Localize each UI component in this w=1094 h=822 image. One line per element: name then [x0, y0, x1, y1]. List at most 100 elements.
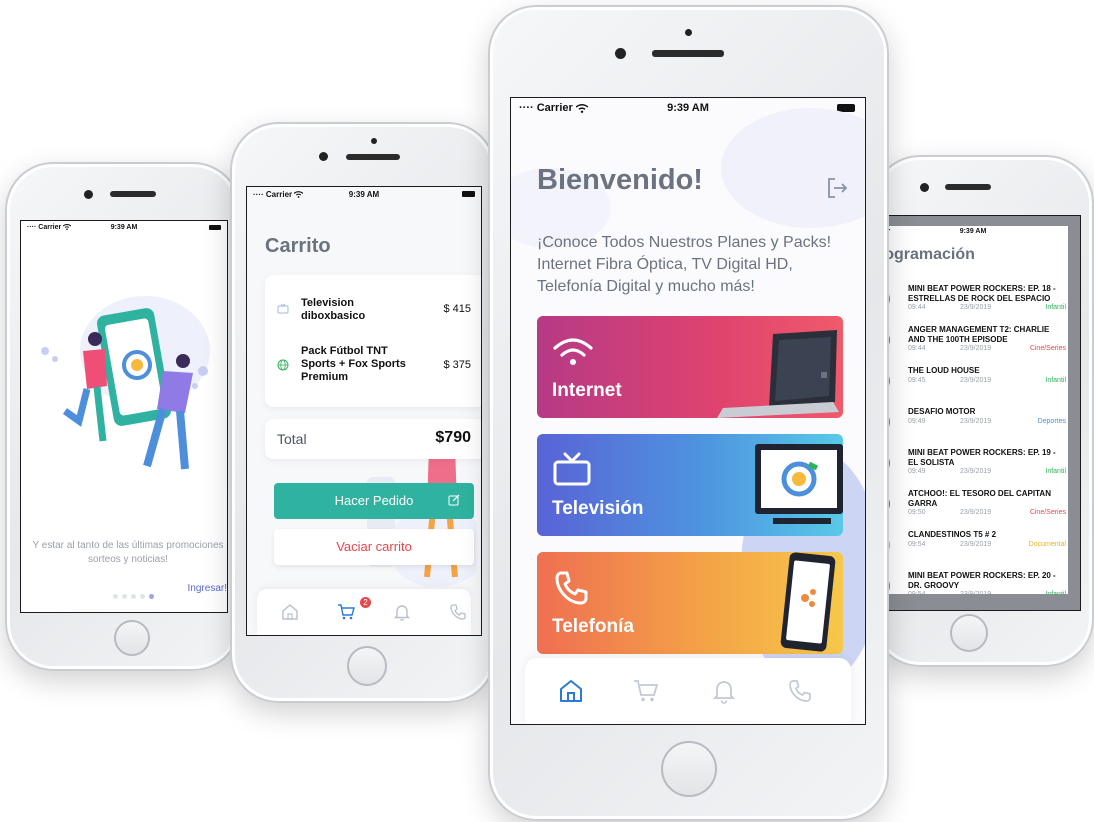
- page-dot[interactable]: [122, 594, 127, 599]
- cart-items-card: Television diboxbasico $ 415 Pack Fútbol…: [265, 275, 481, 407]
- telephony-card[interactable]: Telefonía: [537, 552, 843, 654]
- program-title: MINI BEAT POWER ROCKERS: EP. 19 - EL SOL…: [908, 448, 1056, 467]
- cart-icon[interactable]: [633, 678, 659, 704]
- cart-item-price: $ 375: [443, 359, 471, 371]
- page-dot[interactable]: [140, 594, 145, 599]
- bell-icon[interactable]: [711, 678, 737, 704]
- welcome-title: Bienvenido!: [537, 164, 703, 196]
- tv-illustration: [755, 444, 843, 524]
- home-button[interactable]: [661, 741, 717, 797]
- program-time: 09:50: [908, 509, 926, 516]
- program-date: 23/9/2019: [960, 418, 992, 425]
- empty-cart-label: Vaciar carrito: [336, 539, 412, 554]
- status-bar: 9:39 AM: [878, 226, 1068, 236]
- wifi-status-icon: [63, 224, 72, 231]
- earpiece-speaker: [346, 154, 400, 160]
- home-icon[interactable]: [558, 678, 584, 704]
- program-category: Infantil: [1045, 591, 1066, 594]
- cart-icon[interactable]: [337, 603, 355, 621]
- cart-badge: 2: [360, 597, 371, 608]
- front-camera: [84, 190, 93, 199]
- place-order-button[interactable]: Hacer Pedido: [274, 483, 474, 519]
- program-category: Infantil: [1045, 304, 1066, 311]
- telephony-card-label: Telefonía: [552, 616, 634, 637]
- program-date: 23/9/2019: [960, 345, 992, 352]
- page-dot[interactable]: [131, 594, 136, 599]
- program-time: 09:45: [908, 377, 926, 384]
- internet-card[interactable]: Internet: [537, 316, 843, 418]
- program-time: 09:44: [908, 304, 926, 311]
- status-bar: ···· Carrier 9:39 AM: [247, 187, 481, 199]
- schedule-item[interactable]: 34ANGER MANAGEMENT T2: CHARLIE AND THE 1…: [878, 325, 1068, 366]
- phone-cart: ···· Carrier 9:39 AM Carrito Television …: [230, 122, 496, 703]
- program-time: 09:49: [908, 468, 926, 475]
- schedule-title: rogramación: [878, 246, 975, 263]
- place-order-label: Hacer Pedido: [334, 493, 414, 508]
- home-button[interactable]: [347, 646, 387, 686]
- television-card-label: Televisión: [552, 498, 644, 519]
- tv-icon: [277, 303, 289, 314]
- proximity-sensor: [685, 29, 692, 36]
- proximity-sensor: [371, 138, 377, 144]
- total-label: Total: [277, 431, 307, 447]
- status-bar: ···· Carrier 9:39 AM: [21, 221, 227, 233]
- program-title: CLANDESTINOS T5 # 2: [908, 530, 997, 539]
- home-button[interactable]: [950, 614, 988, 652]
- program-date: 23/9/2019: [960, 304, 992, 311]
- phone-icon[interactable]: [449, 603, 467, 621]
- phone-main: ···· Carrier 9:39 AM Bienvenido! ¡Conoce…: [488, 5, 889, 821]
- bottom-tab-bar: [525, 658, 851, 724]
- front-camera: [319, 152, 328, 161]
- schedule-item[interactable]: 34MINI BEAT POWER ROCKERS: EP. 20 - DR. …: [878, 571, 1068, 594]
- phone-icon: [555, 571, 588, 605]
- onboarding-text-line1: Y estar al tanto de las últimas promocio…: [32, 540, 224, 551]
- schedule-content: 9:39 AM rogramación 34MINI BEAT POWER RO…: [878, 226, 1068, 594]
- program-title: ATCHOO!: EL TESORO DEL CAPITAN GARRA: [908, 489, 1051, 508]
- main-screen: ···· Carrier 9:39 AM Bienvenido! ¡Conoce…: [510, 97, 866, 725]
- page-indicator[interactable]: [113, 586, 158, 604]
- bottom-tab-bar: 2: [257, 589, 471, 635]
- status-time: 9:39 AM: [110, 224, 138, 231]
- schedule-item[interactable]: 33THE LOUD HOUSE09:4523/9/2019Infantil: [878, 366, 1068, 407]
- schedule-item[interactable]: 31CLANDESTINOS T5 # 209:5423/9/2019Docum…: [878, 530, 1068, 571]
- program-title: DESAFIO MOTOR: [908, 407, 976, 416]
- schedule-item[interactable]: 34MINI BEAT POWER ROCKERS: EP. 19 - EL S…: [878, 448, 1068, 489]
- phone-illustration: [780, 552, 836, 652]
- earpiece-speaker: [652, 50, 724, 57]
- schedule-item[interactable]: 36ATCHOO!: EL TESORO DEL CAPITAN GARRA09…: [878, 489, 1068, 530]
- earpiece-speaker: [110, 191, 156, 197]
- empty-cart-button[interactable]: Vaciar carrito: [274, 529, 474, 565]
- home-button[interactable]: [114, 620, 150, 656]
- onboarding-illustration: [41, 296, 210, 470]
- program-date: 23/9/2019: [960, 591, 991, 594]
- program-title: ANGER MANAGEMENT T2: CHARLIE AND THE 100…: [908, 325, 1050, 344]
- program-time: 09:49: [908, 418, 926, 425]
- globe-icon: [277, 359, 289, 371]
- page-dot[interactable]: [113, 594, 118, 599]
- television-card[interactable]: Televisión: [537, 434, 843, 536]
- phone-schedule: 9:39 AM rogramación 34MINI BEAT POWER RO…: [872, 155, 1094, 667]
- program-category: Cine/Series: [1029, 509, 1066, 516]
- home-icon[interactable]: [281, 603, 299, 621]
- schedule-item[interactable]: 34MINI BEAT POWER ROCKERS: EP. 18 - ESTR…: [878, 284, 1068, 325]
- program-date: 23/9/2019: [960, 468, 992, 475]
- status-time: 9:39 AM: [959, 228, 987, 235]
- logout-icon[interactable]: [825, 176, 849, 200]
- program-category: Documental: [1028, 541, 1066, 548]
- edit-icon: [448, 494, 460, 506]
- phone-onboarding: ···· Carrier 9:39 AM Y estar al tanto de…: [5, 162, 241, 671]
- schedule-screen: 9:39 AM rogramación 34MINI BEAT POWER RO…: [877, 215, 1081, 611]
- intro-text: ¡Conoce Todos Nuestros Planes y Packs! I…: [537, 234, 832, 295]
- onboarding-text-line2: sorteos y noticias!: [87, 554, 169, 565]
- bell-icon[interactable]: [393, 603, 411, 621]
- cart-total-card: Total $790: [265, 419, 481, 459]
- cart-screen: ···· Carrier 9:39 AM Carrito Television …: [246, 186, 482, 636]
- page-dot-active[interactable]: [149, 594, 154, 599]
- phone-icon[interactable]: [787, 678, 813, 704]
- program-category: Infantil: [1045, 468, 1066, 475]
- program-title: THE LOUD HOUSE: [908, 366, 980, 375]
- ingresar-link[interactable]: Ingresar!: [188, 583, 227, 594]
- front-camera: [615, 48, 626, 59]
- wifi-status-icon: [294, 191, 304, 199]
- schedule-item[interactable]: 31DESAFIO MOTOR09:4923/9/2019Deportes: [878, 407, 1068, 448]
